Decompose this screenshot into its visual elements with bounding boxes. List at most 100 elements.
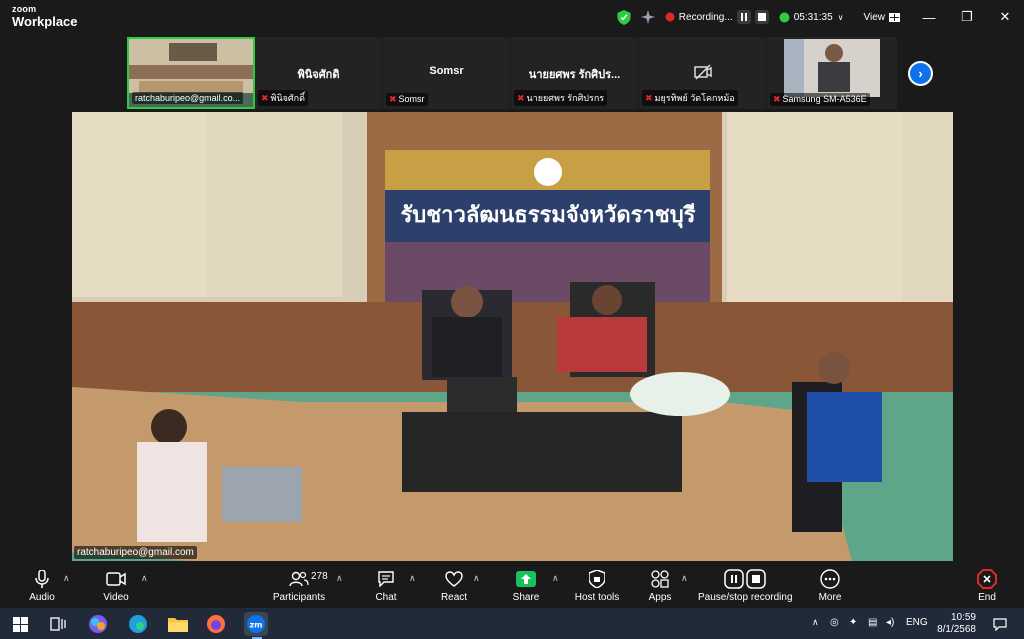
mic-muted-icon: ✖ [645, 93, 653, 103]
next-page-button[interactable]: › [908, 61, 933, 86]
heart-icon [445, 571, 463, 587]
participants-label: Participants [272, 592, 326, 603]
close-button[interactable]: ✕ [986, 0, 1024, 34]
main-video[interactable]: รับชาวลัฒนธรรมจังหวัดราชบุรี [72, 112, 953, 561]
more-icon [820, 569, 840, 589]
svg-text:zm: zm [250, 621, 263, 630]
video-off-icon [694, 64, 712, 80]
participant-strip: ratchaburipeo@gmail.co... พินิจศักดิ ✖ พิ… [127, 37, 898, 109]
clock-time: 10:59 [950, 612, 976, 623]
input-language[interactable]: ENG [906, 617, 928, 628]
main-video-caption: ratchaburipeo@gmail.com [74, 546, 197, 559]
react-button[interactable]: React [434, 569, 474, 603]
participant-tile[interactable]: Somsr ✖ Somsr [383, 37, 511, 109]
meeting-toolbar: Audio ∧ Video ∧ Participants 278 ∧ Chat … [0, 563, 1024, 608]
react-options-caret[interactable]: ∧ [473, 573, 480, 584]
participants-options-caret[interactable]: ∧ [336, 573, 343, 584]
edge-browser-icon[interactable] [126, 612, 150, 636]
stop-recording-icon[interactable] [754, 10, 769, 24]
firefox-icon[interactable] [204, 612, 228, 636]
mic-muted-icon: ✖ [773, 94, 781, 104]
participant-tile[interactable]: พินิจศักดิ ✖ พินิจศักดิ์ [255, 37, 383, 109]
participant-name: พินิจศักดิ [297, 69, 340, 81]
participant-tile[interactable]: ✖ Samsung SM-A536E [767, 37, 898, 109]
grid-view-icon [889, 12, 900, 22]
chat-button[interactable]: Chat [366, 569, 406, 603]
pause-recording-icon[interactable] [736, 10, 751, 24]
recording-indicator[interactable]: Recording... [665, 10, 769, 24]
audio-button[interactable]: Audio [22, 569, 62, 603]
minimize-button[interactable]: — [910, 0, 948, 34]
encryption-shield-icon[interactable] [617, 9, 631, 25]
windows-taskbar: zm ∧ ◎ ✦ ▤ ◂) ENG 10:59 8/1/2568 [0, 608, 1024, 639]
more-label: More [818, 592, 842, 603]
bluetooth-icon[interactable]: ✦ [849, 617, 857, 628]
mic-muted-icon: ✖ [517, 93, 525, 103]
view-button[interactable]: View [863, 11, 900, 23]
task-view-icon[interactable] [46, 612, 70, 636]
chevron-down-icon: ∨ [837, 12, 844, 22]
video-button[interactable]: Video [96, 569, 136, 603]
shield-icon [589, 570, 605, 588]
network-icon[interactable]: ▤ [868, 617, 877, 628]
participant-caption: ✖ Samsung SM-A536E [770, 93, 870, 106]
zoom-logo: zoom Workplace [12, 4, 78, 29]
audio-label: Audio [29, 592, 55, 603]
pause-recording-label: Pause/stop recording [698, 592, 793, 603]
banner-text: รับชาวลัฒนธรรมจังหวัดราชบุรี [400, 203, 695, 229]
restore-button[interactable]: ❐ [948, 0, 986, 34]
view-label: View [863, 11, 886, 23]
apps-label: Apps [648, 592, 672, 603]
share-screen-icon [516, 571, 536, 587]
file-explorer-icon[interactable] [166, 612, 190, 636]
meeting-timer[interactable]: 05:31:35 ∨ [779, 12, 844, 23]
recording-label: Recording... [678, 11, 733, 23]
share-button[interactable]: Share [506, 569, 546, 603]
brand-name: Workplace [12, 14, 78, 29]
participant-caption: ✖ นายยศพร รักศิปรกร [514, 90, 608, 106]
participant-caption: ratchaburipeo@gmail.co... [132, 92, 244, 104]
windows-start-icon[interactable] [8, 612, 32, 636]
volume-icon[interactable]: ◂) [886, 617, 894, 628]
audio-options-caret[interactable]: ∧ [63, 573, 70, 584]
apps-icon [651, 570, 669, 588]
meeting-room-scene: รับชาวลัฒนธรรมจังหวัดราชบุรี [72, 112, 953, 561]
participant-caption: ✖ พินิจศักดิ์ [258, 90, 308, 106]
recording-cloud-icon [665, 12, 675, 22]
apps-options-caret[interactable]: ∧ [681, 573, 688, 584]
host-tools-label: Host tools [574, 592, 620, 603]
participants-count: 278 [311, 571, 328, 582]
participant-tile[interactable]: ✖ มยุรทิพย์ วัดโคกหม้อ [639, 37, 767, 109]
title-bar: zoom Workplace Recording... 05:31:35 ∨ V… [0, 0, 1024, 34]
react-label: React [440, 592, 468, 603]
end-button[interactable]: End [970, 569, 1004, 603]
end-meeting-icon [977, 569, 997, 589]
tray-app-icon[interactable]: ◎ [830, 617, 839, 628]
copilot-icon[interactable] [86, 612, 110, 636]
notification-icon[interactable] [988, 612, 1012, 636]
participant-caption: ✖ มยุรทิพย์ วัดโคกหม้อ [642, 90, 738, 106]
zoom-app-icon[interactable]: zm [244, 612, 268, 636]
share-options-caret[interactable]: ∧ [552, 573, 559, 584]
chevron-right-icon: › [918, 66, 923, 81]
chat-label: Chat [375, 592, 397, 603]
elapsed-time: 05:31:35 [793, 11, 833, 23]
pause-stop-icon [724, 569, 766, 589]
brand-small: zoom [12, 4, 37, 14]
ai-companion-icon[interactable] [640, 10, 655, 24]
pause-stop-recording-button[interactable]: Pause/stop recording [698, 569, 793, 603]
chat-options-caret[interactable]: ∧ [409, 573, 416, 584]
apps-button[interactable]: Apps [642, 569, 678, 603]
participant-tile[interactable]: ratchaburipeo@gmail.co... [127, 37, 255, 109]
clock-date: 8/1/2568 [937, 624, 976, 635]
tray-overflow-icon[interactable]: ∧ [812, 617, 819, 628]
host-tools-button[interactable]: Host tools [572, 569, 622, 603]
share-label: Share [512, 592, 540, 603]
taskbar-clock[interactable]: 10:59 8/1/2568 [930, 612, 976, 636]
participant-tile[interactable]: นายยศพร รักศิปร... ✖ นายยศพร รักศิปรกร [511, 37, 639, 109]
end-label: End [978, 592, 996, 603]
participant-name: นายยศพร รักศิปร... [528, 69, 621, 81]
more-button[interactable]: More [812, 569, 848, 603]
microphone-icon [35, 570, 49, 588]
video-options-caret[interactable]: ∧ [141, 573, 148, 584]
